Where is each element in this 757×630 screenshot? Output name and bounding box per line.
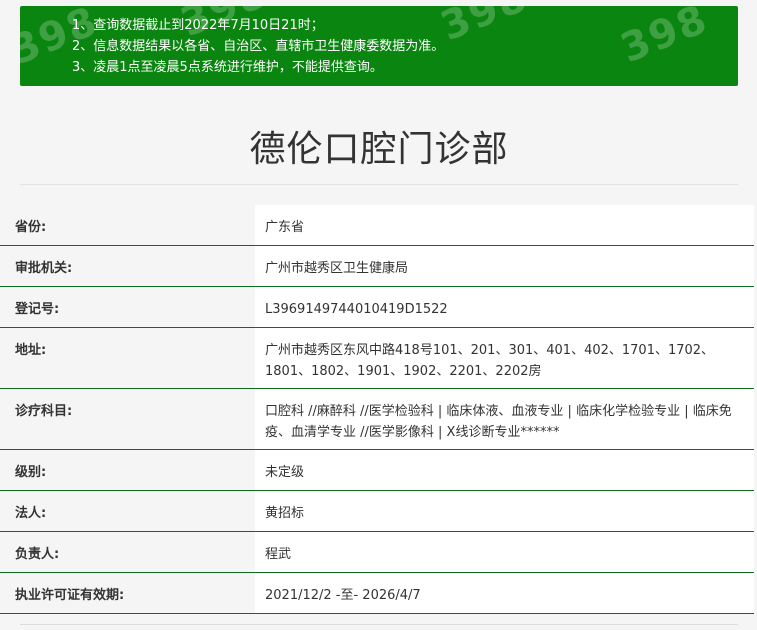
row-label: 级别: (0, 450, 255, 490)
row-value: 广州市越秀区卫生健康局 (255, 246, 754, 286)
table-row: 地址: 广州市越秀区东风中路418号101、201、301、401、402、17… (0, 328, 754, 389)
bottom-divider (20, 624, 738, 625)
row-value: 口腔科 //麻醉科 //医学检验科 | 临床体液、血液专业 | 临床化学检验专业… (255, 389, 754, 449)
table-row: 诊疗科目: 口腔科 //麻醉科 //医学检验科 | 临床体液、血液专业 | 临床… (0, 389, 754, 450)
table-row: 级别: 未定级 (0, 450, 754, 491)
notice-line-1: 1、查询数据截止到2022年7月10日21时； (72, 18, 324, 33)
row-label: 法人: (0, 491, 255, 531)
row-label: 负责人: (0, 532, 255, 572)
table-row: 法人: 黄招标 (0, 491, 754, 532)
row-value: 黄招标 (255, 491, 754, 531)
notice-line-2: 2、信息数据结果以各省、自治区、直辖市卫生健康委数据为准。 (72, 39, 445, 54)
table-row: 审批机关: 广州市越秀区卫生健康局 (0, 246, 754, 287)
row-label: 登记号: (0, 287, 255, 327)
row-label: 执业许可证有效期: (0, 573, 255, 613)
row-value: 广州市越秀区东风中路418号101、201、301、401、402、1701、1… (255, 328, 754, 388)
row-label: 审批机关: (0, 246, 255, 286)
page-title: 德伦口腔门诊部 (249, 129, 509, 170)
row-value: 程武 (255, 532, 754, 572)
row-value: L3969149744010419D1522 (255, 287, 754, 327)
row-value: 2021/12/2 -至- 2026/4/7 (255, 573, 754, 613)
row-label: 省份: (0, 205, 255, 245)
row-label: 诊疗科目: (0, 389, 255, 449)
table-row: 登记号: L3969149744010419D1522 (0, 287, 754, 328)
notice-banner: 398 398 398 398 1、查询数据截止到2022年7月10日21时； … (20, 6, 738, 86)
table-row: 负责人: 程武 (0, 532, 754, 573)
title-divider (20, 184, 738, 185)
table-row: 省份: 广东省 (0, 205, 754, 246)
info-table: 省份: 广东省 审批机关: 广州市越秀区卫生健康局 登记号: L39691497… (0, 205, 754, 614)
table-row: 执业许可证有效期: 2021/12/2 -至- 2026/4/7 (0, 573, 754, 614)
row-value: 未定级 (255, 450, 754, 490)
row-label: 地址: (0, 328, 255, 388)
notice-line-3: 3、凌晨1点至凌晨5点系统进行维护，不能提供查询。 (72, 60, 383, 75)
row-value: 广东省 (255, 205, 754, 245)
